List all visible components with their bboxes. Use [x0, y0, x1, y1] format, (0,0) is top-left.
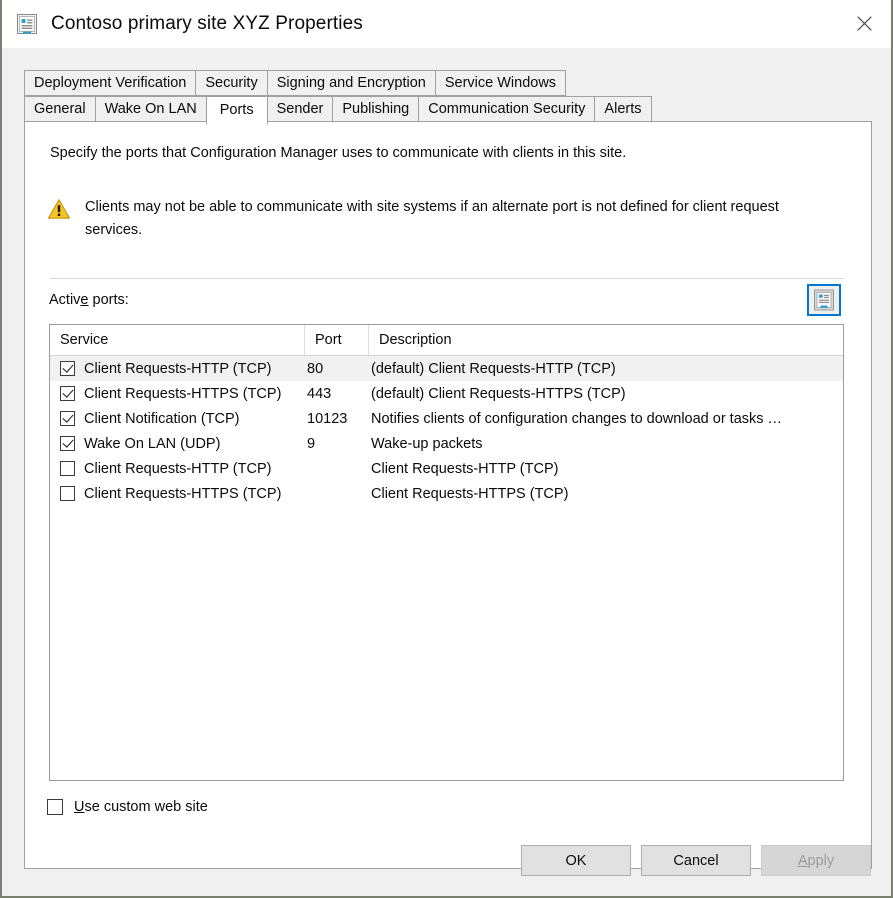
- table-row[interactable]: Client Requests-HTTPS (TCP) Client Reque…: [50, 481, 843, 506]
- column-header-port[interactable]: Port: [305, 325, 369, 355]
- ok-button[interactable]: OK: [521, 845, 631, 876]
- table-row[interactable]: Client Requests-HTTP (TCP) Client Reques…: [50, 456, 843, 481]
- horizontal-divider: [50, 278, 845, 279]
- tab-wake-on-lan[interactable]: Wake On LAN: [94, 96, 207, 122]
- tab-row-upper: Deployment Verification Security Signing…: [24, 70, 567, 96]
- tab-signing-and-encryption[interactable]: Signing and Encryption: [266, 70, 436, 96]
- cell-port: 443: [307, 385, 332, 402]
- table-row[interactable]: Client Requests-HTTPS (TCP) 443 (default…: [50, 381, 843, 406]
- service-label: Client Requests-HTTP (TCP): [84, 360, 272, 377]
- cell-description: (default) Client Requests-HTTPS (TCP): [371, 385, 626, 402]
- tab-sender[interactable]: Sender: [266, 96, 334, 122]
- list-body: Client Requests-HTTP (TCP) 80 (default) …: [50, 356, 843, 506]
- cell-service: Client Notification (TCP): [50, 411, 305, 427]
- table-row[interactable]: Client Requests-HTTP (TCP) 80 (default) …: [50, 356, 843, 381]
- window-title: Contoso primary site XYZ Properties: [51, 13, 363, 34]
- tab-alerts[interactable]: Alerts: [594, 96, 652, 122]
- use-custom-web-site-checkbox[interactable]: [47, 799, 63, 815]
- cell-description: Wake-up packets: [371, 435, 483, 452]
- row-checkbox[interactable]: [60, 386, 75, 401]
- row-checkbox[interactable]: [60, 436, 75, 451]
- service-label: Client Notification (TCP): [84, 410, 240, 427]
- tab-service-windows[interactable]: Service Windows: [434, 70, 567, 96]
- port-properties-icon: [813, 289, 835, 311]
- close-icon[interactable]: [837, 0, 891, 46]
- table-row[interactable]: Wake On LAN (UDP) 9 Wake-up packets: [50, 431, 843, 456]
- cell-description: (default) Client Requests-HTTP (TCP): [371, 360, 616, 377]
- tab-publishing[interactable]: Publishing: [332, 96, 420, 122]
- site-properties-icon: [16, 13, 38, 35]
- active-ports-label: Active ports:: [49, 292, 129, 308]
- warning-triangle-icon: [47, 198, 71, 220]
- warning-message: Clients may not be able to communicate w…: [47, 196, 837, 242]
- cell-port: 80: [307, 360, 324, 377]
- service-label: Wake On LAN (UDP): [84, 435, 221, 452]
- apply-button: Apply: [761, 845, 871, 876]
- cell-service: Client Requests-HTTPS (TCP): [50, 386, 305, 402]
- table-row[interactable]: Client Notification (TCP) 10123 Notifies…: [50, 406, 843, 431]
- title-bar: Contoso primary site XYZ Properties: [2, 0, 891, 48]
- tab-communication-security[interactable]: Communication Security: [418, 96, 596, 122]
- properties-dialog: Contoso primary site XYZ Properties Depl…: [0, 0, 893, 898]
- column-header-description[interactable]: Description: [369, 325, 843, 355]
- cell-description: Client Requests-HTTP (TCP): [371, 460, 559, 477]
- service-label: Client Requests-HTTPS (TCP): [84, 485, 282, 502]
- row-checkbox[interactable]: [60, 461, 75, 476]
- cell-description: Client Requests-HTTPS (TCP): [371, 485, 569, 502]
- service-label: Client Requests-HTTP (TCP): [84, 460, 272, 477]
- use-custom-web-site-row[interactable]: Use custom web site: [47, 799, 208, 815]
- ports-tab-page: Specify the ports that Configuration Man…: [24, 121, 872, 869]
- cell-service: Client Requests-HTTP (TCP): [50, 461, 305, 477]
- tab-row-lower: General Wake On LAN Ports Sender Publish…: [24, 96, 652, 125]
- tab-general[interactable]: General: [24, 96, 96, 122]
- cell-service: Client Requests-HTTP (TCP): [50, 361, 305, 377]
- cell-port: 10123: [307, 410, 348, 427]
- use-custom-web-site-label: Use custom web site: [74, 799, 208, 815]
- row-checkbox[interactable]: [60, 361, 75, 376]
- cell-description: Notifies clients of configuration change…: [371, 410, 783, 427]
- tab-security[interactable]: Security: [195, 70, 268, 96]
- cell-service: Client Requests-HTTPS (TCP): [50, 486, 305, 502]
- warning-text: Clients may not be able to communicate w…: [85, 199, 779, 238]
- active-ports-list[interactable]: Service Port Description Client Requests…: [49, 324, 844, 781]
- intro-text: Specify the ports that Configuration Man…: [50, 145, 627, 161]
- dialog-footer: OK Cancel Apply: [2, 824, 891, 896]
- cell-port: 9: [307, 435, 316, 452]
- row-checkbox[interactable]: [60, 486, 75, 501]
- service-label: Client Requests-HTTPS (TCP): [84, 385, 282, 402]
- tab-strip: Deployment Verification Security Signing…: [24, 70, 872, 125]
- cancel-button[interactable]: Cancel: [641, 845, 751, 876]
- tab-ports[interactable]: Ports: [205, 96, 268, 125]
- list-header: Service Port Description: [50, 325, 843, 356]
- cell-service: Wake On LAN (UDP): [50, 436, 305, 452]
- tab-deployment-verification[interactable]: Deployment Verification: [24, 70, 197, 96]
- dialog-body: Deployment Verification Security Signing…: [2, 48, 891, 896]
- port-properties-button[interactable]: [807, 284, 841, 316]
- column-header-service[interactable]: Service: [50, 325, 305, 355]
- row-checkbox[interactable]: [60, 411, 75, 426]
